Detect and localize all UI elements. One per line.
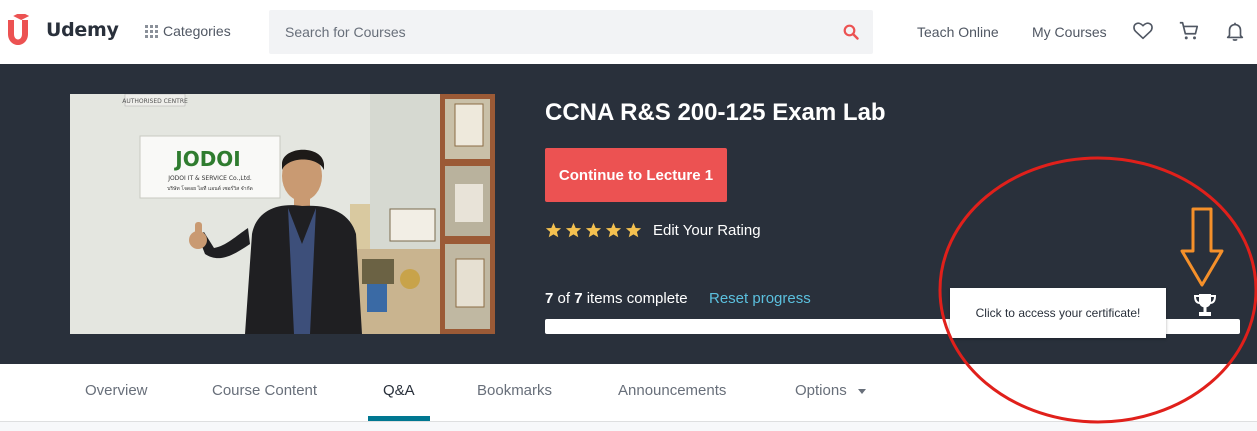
- top-navbar: Udemy Categories Teach Online My Courses: [0, 0, 1257, 64]
- of-text: of: [557, 290, 571, 307]
- thumbnail-company-name: JODOI IT & SERVICE Co.,Ltd.: [167, 175, 252, 182]
- tab-qa[interactable]: Q&A: [383, 382, 415, 399]
- udemy-logo[interactable]: Udemy: [4, 14, 119, 46]
- heart-icon[interactable]: [1132, 20, 1154, 42]
- course-thumbnail[interactable]: AUTHORISED CENTRE JODOI JODOI IT & SERVI…: [70, 94, 495, 334]
- search-icon[interactable]: [843, 24, 859, 40]
- grid-icon: [145, 24, 158, 38]
- active-tab-indicator: [368, 416, 430, 421]
- tab-course-content[interactable]: Course Content: [212, 382, 317, 399]
- star-icon[interactable]: [605, 222, 622, 239]
- progress-summary: 7 of 7 items complete: [545, 290, 688, 307]
- svg-text:JODOI: JODOI: [173, 147, 241, 171]
- trophy-icon[interactable]: [1192, 292, 1218, 318]
- my-courses-link[interactable]: My Courses: [1032, 24, 1107, 40]
- caret-down-icon: [857, 389, 866, 395]
- bell-icon[interactable]: [1224, 20, 1246, 42]
- instructor-photo: AUTHORISED CENTRE JODOI JODOI IT & SERVI…: [70, 94, 495, 334]
- search-bar: [269, 10, 873, 54]
- thumbnail-sign-text: AUTHORISED CENTRE: [122, 98, 188, 105]
- items-complete-text: items complete: [586, 290, 688, 307]
- cart-icon[interactable]: [1178, 20, 1200, 42]
- logo-text: Udemy: [46, 19, 119, 41]
- tab-overview[interactable]: Overview: [85, 382, 148, 399]
- categories-label: Categories: [163, 23, 231, 39]
- course-hero: AUTHORISED CENTRE JODOI JODOI IT & SERVI…: [0, 64, 1257, 364]
- total-count: 7: [574, 290, 583, 307]
- categories-menu[interactable]: Categories: [145, 23, 231, 39]
- course-title: CCNA R&S 200-125 Exam Lab: [545, 99, 886, 126]
- teach-online-link[interactable]: Teach Online: [917, 24, 999, 40]
- tab-options-label: Options: [795, 382, 847, 399]
- tab-announcements[interactable]: Announcements: [618, 382, 726, 399]
- tab-options[interactable]: Options: [795, 382, 867, 399]
- udemy-logo-icon: [8, 14, 30, 45]
- certificate-tooltip: Click to access your certificate!: [950, 288, 1166, 338]
- reset-progress-link[interactable]: Reset progress: [709, 290, 811, 307]
- star-icon[interactable]: [545, 222, 562, 239]
- star-icon[interactable]: [565, 222, 582, 239]
- star-icon[interactable]: [585, 222, 602, 239]
- thumbnail-company-thai: บริษัท โจดอย ไอที แอนด์ เซอร์วิส จำกัด: [167, 185, 253, 192]
- search-input[interactable]: [269, 10, 809, 54]
- continue-to-lecture-button[interactable]: Continue to Lecture 1: [545, 148, 727, 202]
- page-body-strip: [0, 422, 1257, 431]
- edit-rating-link[interactable]: Edit Your Rating: [653, 222, 761, 239]
- completed-count: 7: [545, 290, 554, 307]
- star-icon[interactable]: [625, 222, 642, 239]
- tab-bookmarks[interactable]: Bookmarks: [477, 382, 552, 399]
- rating-row[interactable]: Edit Your Rating: [545, 222, 761, 239]
- course-tabs: Overview Course Content Q&A Bookmarks An…: [0, 364, 1257, 422]
